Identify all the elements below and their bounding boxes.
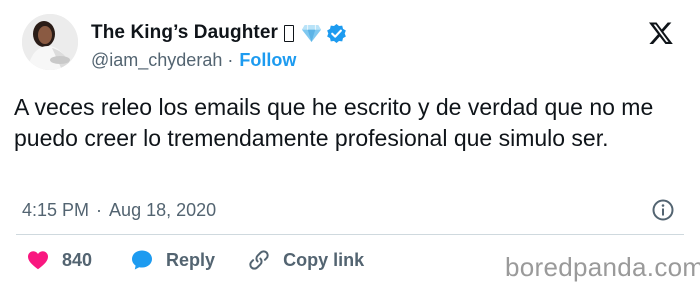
- author-display-name[interactable]: The King’s Daughter: [91, 22, 278, 44]
- reply-button[interactable]: Reply: [130, 248, 215, 272]
- follow-button[interactable]: Follow: [239, 50, 296, 71]
- avatar-image: [22, 14, 78, 70]
- like-count: 840: [62, 249, 93, 270]
- verified-icon: [327, 23, 346, 43]
- reply-bubble-icon: [132, 250, 153, 270]
- tweet-date: Aug 18, 2020: [109, 199, 217, 220]
- author-handle-row: @iam_chyderah · Follow: [91, 49, 296, 71]
- x-logo-icon[interactable]: [648, 20, 674, 46]
- timestamp-separator: ·: [96, 199, 103, 220]
- avatar[interactable]: [22, 14, 78, 70]
- tweet-actions: 840 Reply Copy link: [26, 247, 364, 273]
- reply-label: Reply: [166, 249, 216, 270]
- copy-link-label: Copy link: [283, 249, 365, 270]
- gem-icon: [301, 24, 321, 42]
- tweet-time: 4:15 PM: [22, 199, 90, 220]
- missing-emoji-glyph-icon: [283, 24, 294, 42]
- info-icon[interactable]: [651, 198, 675, 222]
- divider: [16, 234, 684, 235]
- copy-link-button[interactable]: Copy link: [247, 248, 364, 272]
- tweet-timestamp[interactable]: 4:15 PM · Aug 18, 2020: [22, 199, 216, 221]
- heart-icon: [28, 251, 48, 270]
- handle-separator: ·: [227, 49, 234, 70]
- like-button[interactable]: 840: [26, 248, 92, 272]
- author-handle[interactable]: @iam_chyderah: [91, 50, 222, 71]
- tweet-text: A veces releo los emails que he escrito …: [14, 94, 654, 151]
- author-name-row: The King’s Daughter: [91, 20, 347, 46]
- link-icon: [249, 250, 269, 270]
- watermark: boredpanda.com: [505, 252, 700, 282]
